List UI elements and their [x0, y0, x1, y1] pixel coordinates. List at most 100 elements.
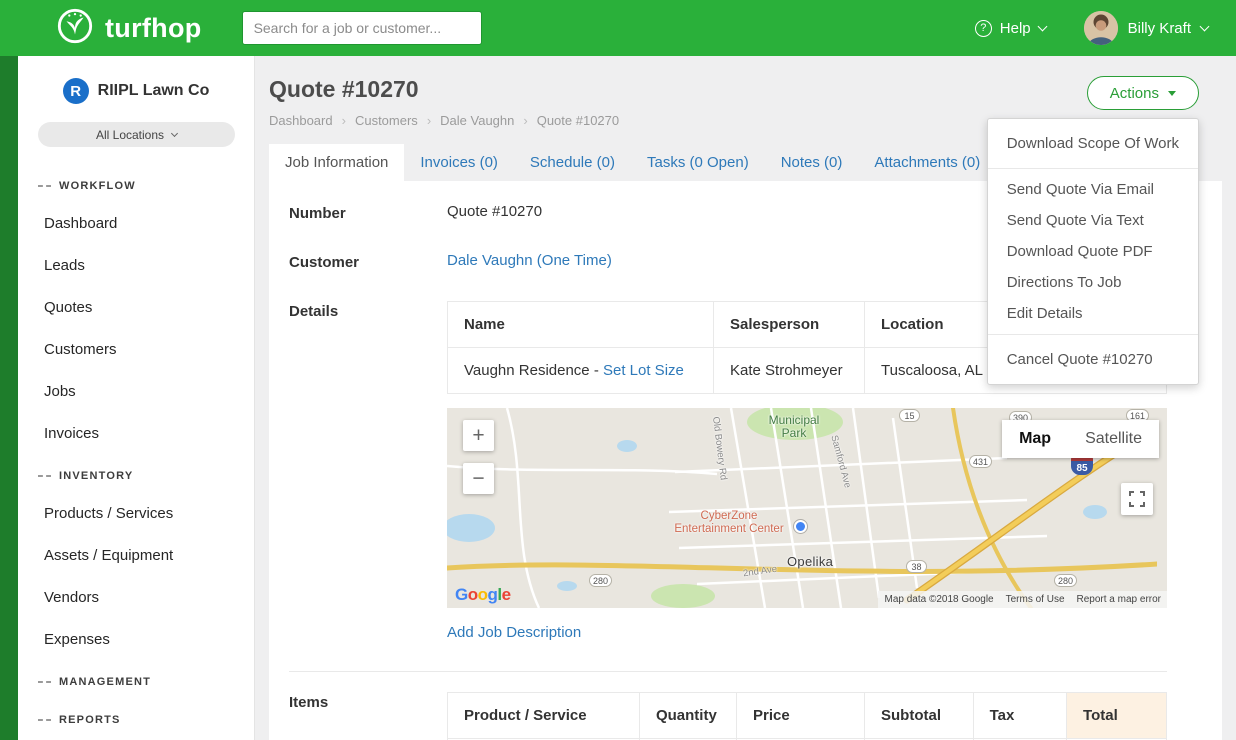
nav-section-label: WORKFLOW: [59, 178, 136, 194]
topbar: turfhop ? Help Billy Kraft: [0, 0, 1236, 56]
menu-item-download-scope[interactable]: Download Scope Of Work: [988, 124, 1198, 163]
satellite-view-button[interactable]: Satellite: [1068, 420, 1159, 458]
actions-label: Actions: [1110, 85, 1159, 102]
map[interactable]: Municipal Park CyberZone Entertainment C…: [447, 408, 1167, 608]
items-header-price: Price: [737, 693, 865, 739]
items-header-product-service: Product / Service: [448, 693, 640, 739]
section-dashes-icon: [38, 719, 51, 721]
chevron-down-icon: [1200, 21, 1210, 31]
tab-tasks[interactable]: Tasks (0 Open): [631, 144, 765, 181]
sidebar: R RIIPL Lawn Co All Locations WORKFLOW D…: [18, 56, 255, 740]
section-divider: [289, 671, 1167, 672]
sidebar-item-leads[interactable]: Leads: [18, 245, 254, 287]
nav-section-inventory: INVENTORY: [18, 455, 254, 493]
sidebar-item-jobs[interactable]: Jobs: [18, 371, 254, 413]
caret-down-icon: [1168, 91, 1176, 96]
help-menu[interactable]: ? Help: [975, 20, 1046, 37]
nav-section-label: MANAGEMENT: [59, 674, 151, 690]
left-accent-strip: [0, 56, 18, 740]
brand-name: turfhop: [105, 13, 202, 44]
add-job-description-link[interactable]: Add Job Description: [447, 608, 581, 655]
main-content: Quote #10270 Dashboard Customers Dale Va…: [255, 56, 1236, 740]
actions-button[interactable]: Actions: [1087, 76, 1199, 110]
fullscreen-button[interactable]: [1121, 483, 1153, 515]
section-dashes-icon: [38, 681, 51, 683]
details-cell-salesperson: Kate Strohmeyer: [714, 348, 865, 394]
details-cell-name: Vaughn Residence - Set Lot Size: [448, 348, 714, 394]
map-view-button[interactable]: Map: [1002, 420, 1068, 458]
google-logo[interactable]: Google: [455, 585, 511, 605]
nav-section-label: REPORTS: [59, 712, 121, 728]
breadcrumb-customer[interactable]: Dale Vaughn: [440, 113, 537, 128]
actions-menu: Download Scope Of Work Send Quote Via Em…: [987, 118, 1199, 385]
tab-notes[interactable]: Notes (0): [765, 144, 859, 181]
terms-of-use-link[interactable]: Terms of Use: [1006, 594, 1065, 605]
items-label: Items: [289, 692, 447, 740]
breadcrumb-dashboard[interactable]: Dashboard: [269, 113, 355, 128]
sidebar-nav: WORKFLOW Dashboard Leads Quotes Customer…: [18, 165, 254, 737]
customer-label: Customer: [289, 252, 447, 271]
sidebar-item-vendors[interactable]: Vendors: [18, 577, 254, 619]
locations-selector[interactable]: All Locations: [38, 122, 235, 147]
nav-section-workflow: WORKFLOW: [18, 165, 254, 203]
nav-section-reports: REPORTS: [18, 699, 254, 737]
company-header: R RIIPL Lawn Co: [18, 56, 254, 116]
map-zoom-controls: + −: [463, 420, 494, 494]
items-header-tax: Tax: [973, 693, 1066, 739]
items-header-total: Total: [1067, 693, 1167, 739]
nav-section-label: INVENTORY: [59, 468, 133, 484]
chevron-down-icon: [1037, 21, 1047, 31]
section-dashes-icon: [38, 475, 51, 477]
customer-link[interactable]: Dale Vaughn (One Time): [447, 252, 612, 269]
sidebar-item-dashboard[interactable]: Dashboard: [18, 203, 254, 245]
user-name: Billy Kraft: [1128, 20, 1191, 37]
sidebar-item-assets-equipment[interactable]: Assets / Equipment: [18, 535, 254, 577]
items-table: Product / Service Quantity Price Subtota…: [447, 692, 1167, 740]
breadcrumb-current: Quote #10270: [537, 113, 619, 128]
menu-item-edit-details[interactable]: Edit Details: [988, 298, 1198, 329]
help-label: Help: [1000, 20, 1031, 37]
tab-invoices[interactable]: Invoices (0): [404, 144, 514, 181]
tab-attachments[interactable]: Attachments (0): [858, 144, 996, 181]
menu-item-send-quote-text[interactable]: Send Quote Via Text: [988, 205, 1198, 236]
zoom-out-button[interactable]: −: [463, 463, 494, 494]
section-dashes-icon: [38, 185, 51, 187]
avatar: [1084, 11, 1118, 45]
report-map-error-link[interactable]: Report a map error: [1077, 594, 1161, 605]
menu-item-directions-to-job[interactable]: Directions To Job: [988, 267, 1198, 298]
details-header-salesperson: Salesperson: [714, 302, 865, 348]
brand-logo[interactable]: turfhop: [56, 7, 202, 50]
sidebar-item-invoices[interactable]: Invoices: [18, 413, 254, 455]
items-header-quantity: Quantity: [639, 693, 736, 739]
user-menu[interactable]: Billy Kraft: [1084, 11, 1208, 45]
tab-schedule[interactable]: Schedule (0): [514, 144, 631, 181]
map-marker: [794, 520, 807, 533]
map-data-credit: Map data ©2018 Google: [884, 594, 993, 605]
breadcrumb-customers[interactable]: Customers: [355, 113, 440, 128]
map-attribution: Map data ©2018 Google Terms of Use Repor…: [878, 591, 1167, 608]
turfhop-logo-icon: [56, 7, 94, 50]
menu-item-send-quote-email[interactable]: Send Quote Via Email: [988, 174, 1198, 205]
set-lot-size-link[interactable]: Set Lot Size: [603, 362, 684, 379]
fullscreen-icon: [1129, 491, 1145, 507]
help-icon: ?: [975, 20, 992, 37]
menu-item-cancel-quote[interactable]: Cancel Quote #10270: [988, 340, 1198, 379]
tab-job-information[interactable]: Job Information: [269, 144, 404, 181]
company-name: RIIPL Lawn Co: [98, 82, 210, 100]
details-label: Details: [289, 301, 447, 655]
sidebar-item-quotes[interactable]: Quotes: [18, 287, 254, 329]
search-input[interactable]: [242, 11, 482, 45]
company-logo: R: [63, 78, 89, 104]
menu-item-download-quote-pdf[interactable]: Download Quote PDF: [988, 236, 1198, 267]
locations-label: All Locations: [96, 128, 164, 142]
number-label: Number: [289, 203, 447, 222]
sidebar-item-products-services[interactable]: Products / Services: [18, 493, 254, 535]
items-header-subtotal: Subtotal: [865, 693, 974, 739]
nav-section-management: MANAGEMENT: [18, 661, 254, 699]
zoom-in-button[interactable]: +: [463, 420, 494, 451]
sidebar-item-expenses[interactable]: Expenses: [18, 619, 254, 661]
menu-divider: [988, 334, 1198, 335]
items-row: Items Product / Service Quantity Price S…: [289, 676, 1167, 740]
sidebar-item-customers[interactable]: Customers: [18, 329, 254, 371]
menu-divider: [988, 168, 1198, 169]
